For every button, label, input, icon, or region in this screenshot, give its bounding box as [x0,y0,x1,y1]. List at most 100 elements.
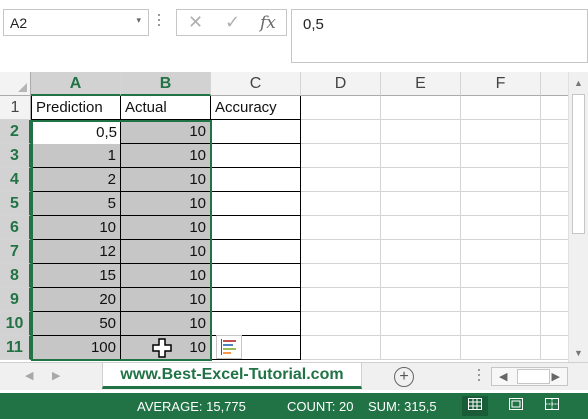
horizontal-scrollbar[interactable]: ◀ ▶ [491,367,568,386]
row-header-1[interactable]: 1 [0,96,31,120]
cell-e7[interactable] [381,240,461,264]
cell-d1[interactable] [301,96,381,120]
cell-b8[interactable]: 10 [121,264,211,288]
column-header-c[interactable]: C [211,72,301,96]
next-sheet-icon[interactable]: ▶ [52,369,60,382]
select-all-button[interactable] [0,72,31,96]
cell-a5[interactable]: 5 [31,192,121,216]
cell-b4[interactable]: 10 [121,168,211,192]
cell-b6[interactable]: 10 [121,216,211,240]
page-break-preview-icon[interactable] [539,396,565,416]
cell-g9[interactable] [541,288,568,312]
cell-e8[interactable] [381,264,461,288]
cell-g5[interactable] [541,192,568,216]
cell-g7[interactable] [541,240,568,264]
cell-b2[interactable]: 10 [121,120,211,144]
add-sheet-icon[interactable]: + [394,367,414,387]
cell-e6[interactable] [381,216,461,240]
column-header-d[interactable]: D [301,72,381,96]
quick-analysis-icon[interactable] [216,335,242,359]
cell-d4[interactable] [301,168,381,192]
scroll-right-icon[interactable]: ▶ [552,370,560,383]
cell-f5[interactable] [461,192,541,216]
cell-d3[interactable] [301,144,381,168]
cell-a6[interactable]: 10 [31,216,121,240]
row-header-2[interactable]: 2 [0,120,31,144]
cell-e2[interactable] [381,120,461,144]
enter-icon[interactable]: ✓ [225,12,240,33]
cell-b5[interactable]: 10 [121,192,211,216]
column-header-a[interactable]: A [31,72,121,96]
cell-f11[interactable] [461,336,541,360]
cell-g11[interactable] [541,336,568,360]
cell-b10[interactable]: 10 [121,312,211,336]
cell-c8[interactable] [211,264,301,288]
cell-d11[interactable] [301,336,381,360]
normal-view-icon[interactable] [462,396,488,416]
cell-g2[interactable] [541,120,568,144]
cell-d9[interactable] [301,288,381,312]
cell-a10[interactable]: 50 [31,312,121,336]
cell-c4[interactable] [211,168,301,192]
cell-c7[interactable] [211,240,301,264]
cell-d8[interactable] [301,264,381,288]
cell-c6[interactable] [211,216,301,240]
cell-d2[interactable] [301,120,381,144]
cell-a9[interactable]: 20 [31,288,121,312]
prev-sheet-icon[interactable]: ◀ [25,369,33,382]
column-header-b[interactable]: B [121,72,211,96]
cell-d7[interactable] [301,240,381,264]
cell-f8[interactable] [461,264,541,288]
cell-b3[interactable]: 10 [121,144,211,168]
row-header-9[interactable]: 9 [0,288,31,312]
row-header-7[interactable]: 7 [0,240,31,264]
cell-g4[interactable] [541,168,568,192]
column-header-e[interactable]: E [381,72,461,96]
sheet-tab-active[interactable]: www.Best-Excel-Tutorial.com [102,363,362,389]
tab-scroll-grip[interactable] [478,369,481,384]
cell-g6[interactable] [541,216,568,240]
cell-d10[interactable] [301,312,381,336]
cell-f9[interactable] [461,288,541,312]
name-box[interactable]: A2 ▾ [3,9,149,36]
cell-c2[interactable] [211,120,301,144]
row-header-5[interactable]: 5 [0,192,31,216]
cell-e3[interactable] [381,144,461,168]
cell-d6[interactable] [301,216,381,240]
vertical-scrollbar[interactable]: ▲ ▼ [568,72,588,362]
cell-c10[interactable] [211,312,301,336]
row-header-3[interactable]: 3 [0,144,31,168]
formula-bar-grip[interactable] [158,14,161,30]
cell-e9[interactable] [381,288,461,312]
cell-f7[interactable] [461,240,541,264]
row-header-8[interactable]: 8 [0,264,31,288]
cell-e4[interactable] [381,168,461,192]
cell-c5[interactable] [211,192,301,216]
cell-g8[interactable] [541,264,568,288]
cell-g3[interactable] [541,144,568,168]
cell-b9[interactable]: 10 [121,288,211,312]
cell-a8[interactable]: 15 [31,264,121,288]
page-layout-view-icon[interactable] [503,396,529,416]
row-header-4[interactable]: 4 [0,168,31,192]
horizontal-scroll-thumb[interactable] [517,369,550,384]
cell-g10[interactable] [541,312,568,336]
cell-g1[interactable] [541,96,568,120]
cell-b7[interactable]: 10 [121,240,211,264]
cell-b1[interactable]: Actual [121,96,211,120]
cell-a11[interactable]: 100 [31,336,121,360]
cell-d5[interactable] [301,192,381,216]
cell-f6[interactable] [461,216,541,240]
cell-f4[interactable] [461,168,541,192]
cell-c3[interactable] [211,144,301,168]
scroll-left-icon[interactable]: ◀ [499,370,507,383]
cell-c1[interactable]: Accuracy [211,96,301,120]
cell-e1[interactable] [381,96,461,120]
cell-a7[interactable]: 12 [31,240,121,264]
chevron-down-icon[interactable]: ▾ [136,15,141,26]
cell-a3[interactable]: 1 [31,144,121,168]
column-header-extra[interactable] [541,72,568,96]
insert-function-icon[interactable]: fx [260,13,276,33]
formula-input[interactable]: 0,5 [291,9,588,63]
cancel-icon[interactable]: ✕ [188,12,203,33]
